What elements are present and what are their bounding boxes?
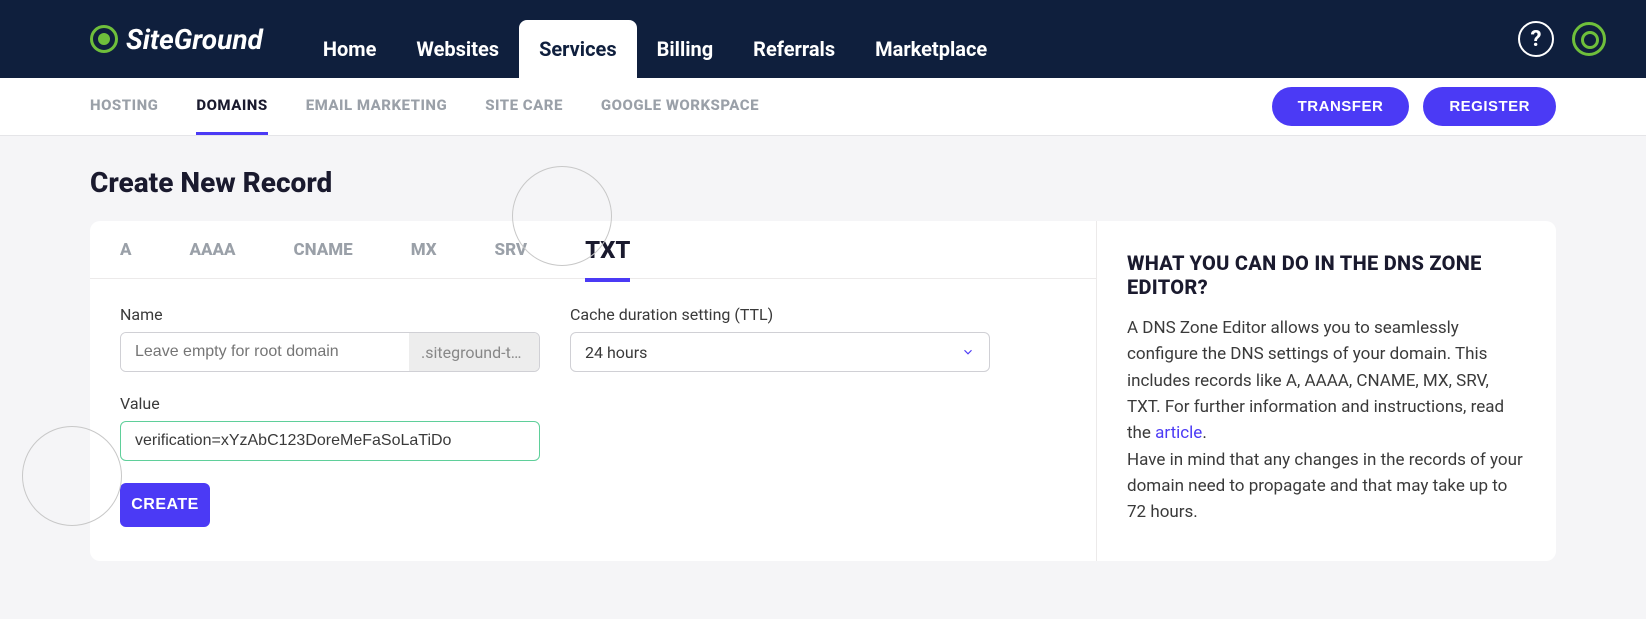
- help-article-link[interactable]: article: [1155, 423, 1202, 443]
- record-tab-cname[interactable]: CNAME: [294, 240, 353, 260]
- help-title: WHAT YOU CAN DO IN THE DNS ZONE EDITOR?: [1127, 251, 1526, 299]
- ttl-select[interactable]: 24 hours: [570, 332, 990, 372]
- dns-card: A AAAA CNAME MX SRV TXT Name .siteground…: [90, 221, 1556, 561]
- name-input[interactable]: [121, 333, 409, 371]
- value-field: Value: [120, 394, 540, 461]
- record-tab-a[interactable]: A: [120, 240, 132, 260]
- brand-name: SiteGround: [126, 23, 263, 56]
- transfer-button[interactable]: TRANSFER: [1272, 87, 1410, 126]
- record-tab-aaaa[interactable]: AAAA: [190, 240, 236, 260]
- page-title: Create New Record: [90, 166, 1556, 199]
- topnav-right: ?: [1518, 21, 1606, 57]
- record-tab-mx[interactable]: MX: [411, 240, 437, 260]
- subnav-hosting[interactable]: HOSTING: [90, 78, 158, 135]
- subnav-email-marketing[interactable]: EMAIL MARKETING: [306, 78, 448, 135]
- topnav-items: Home Websites Services Billing Referrals…: [303, 0, 1007, 78]
- subnav-domains[interactable]: DOMAINS: [196, 78, 267, 135]
- ttl-value: 24 hours: [585, 343, 647, 362]
- topnav-home[interactable]: Home: [303, 20, 397, 78]
- value-input[interactable]: [120, 421, 540, 461]
- ttl-field: Cache duration setting (TTL) 24 hours: [570, 305, 990, 372]
- value-label: Value: [120, 394, 540, 413]
- register-button[interactable]: REGISTER: [1423, 87, 1556, 126]
- topnav-referrals[interactable]: Referrals: [733, 20, 855, 78]
- name-input-group: .siteground-t…: [120, 332, 540, 372]
- subnav-right: TRANSFER REGISTER: [1272, 87, 1556, 126]
- create-button[interactable]: CREATE: [120, 483, 210, 527]
- record-tab-txt[interactable]: TXT: [585, 236, 630, 282]
- help-text: A DNS Zone Editor allows you to seamless…: [1127, 315, 1526, 526]
- topnav-billing[interactable]: Billing: [637, 20, 734, 78]
- top-nav: SiteGround Home Websites Services Billin…: [0, 0, 1646, 78]
- record-type-tabs: A AAAA CNAME MX SRV TXT: [90, 221, 1096, 279]
- subnav-items: HOSTING DOMAINS EMAIL MARKETING SITE CAR…: [90, 78, 759, 135]
- help-p2: Have in mind that any changes in the rec…: [1127, 450, 1523, 523]
- topnav-marketplace[interactable]: Marketplace: [855, 20, 1007, 78]
- help-panel: WHAT YOU CAN DO IN THE DNS ZONE EDITOR? …: [1096, 221, 1556, 561]
- subnav-google-workspace[interactable]: GOOGLE WORKSPACE: [601, 78, 759, 135]
- page: Create New Record A AAAA CNAME MX SRV TX…: [0, 136, 1646, 591]
- help-p1b: .: [1202, 423, 1206, 443]
- account-avatar-icon[interactable]: [1572, 22, 1606, 56]
- card-left: A AAAA CNAME MX SRV TXT Name .siteground…: [90, 221, 1096, 561]
- chevron-down-icon: [961, 345, 975, 359]
- name-suffix: .siteground-t…: [409, 333, 539, 371]
- name-label: Name: [120, 305, 540, 324]
- record-tab-srv[interactable]: SRV: [495, 240, 528, 260]
- name-field: Name .siteground-t…: [120, 305, 540, 372]
- sub-nav: HOSTING DOMAINS EMAIL MARKETING SITE CAR…: [0, 78, 1646, 136]
- brand-logo[interactable]: SiteGround: [90, 23, 263, 56]
- help-icon[interactable]: ?: [1518, 21, 1554, 57]
- logo-swirl-icon: [90, 25, 118, 53]
- form-area: Name .siteground-t… Cache duration setti…: [90, 279, 1096, 527]
- topnav-websites[interactable]: Websites: [396, 20, 519, 78]
- subnav-site-care[interactable]: SITE CARE: [485, 78, 563, 135]
- ttl-label: Cache duration setting (TTL): [570, 305, 990, 324]
- topnav-services[interactable]: Services: [519, 20, 637, 78]
